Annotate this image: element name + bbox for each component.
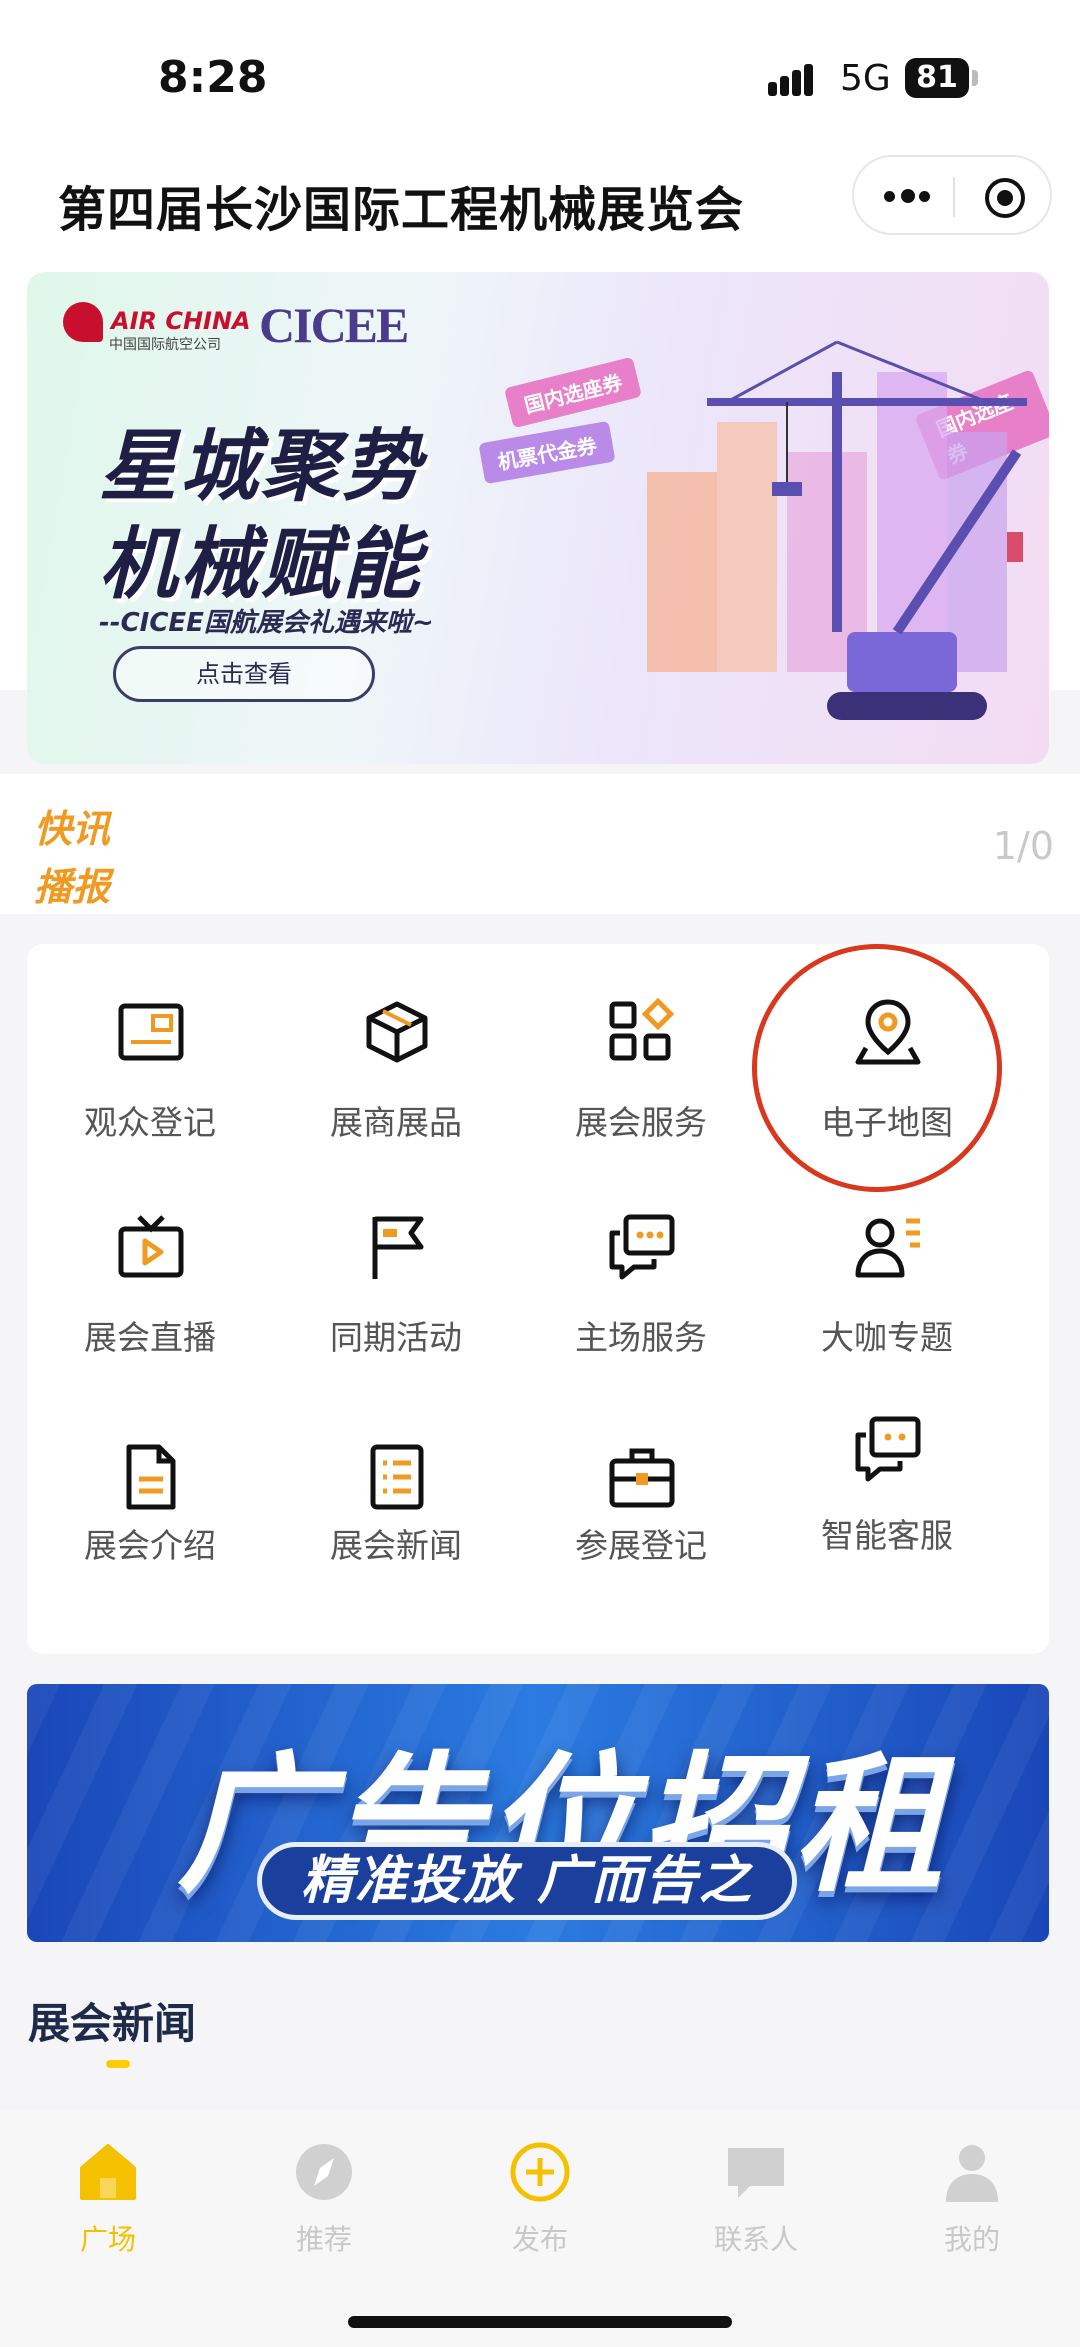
- plus-circle-icon: [510, 2142, 570, 2202]
- more-icon[interactable]: [882, 181, 932, 213]
- tab-plaza[interactable]: 广场: [0, 2140, 216, 2260]
- grid-label: 主场服务: [575, 1318, 707, 1357]
- tab-me[interactable]: 我的: [864, 2140, 1080, 2260]
- grid-label: 展会服务: [575, 1103, 707, 1142]
- tab-label: 广场: [79, 2223, 136, 2256]
- grid-label: 智能客服: [821, 1516, 953, 1555]
- news-list-icon: [370, 1444, 424, 1510]
- ticker-label-line2: 播报: [34, 865, 111, 909]
- grid-item-expo-services[interactable]: 展会服务: [518, 944, 764, 1144]
- grid-item-expo-news[interactable]: 展会新闻: [273, 1389, 519, 1589]
- status-bar: 8:28 5G 81: [0, 0, 1080, 150]
- ticker-page-indicator: 1/0: [992, 824, 1054, 868]
- air-china-cn-logo: 中国国际航空公司: [109, 337, 221, 353]
- promo-banner[interactable]: AIR CHINA 中国国际航空公司 CICEE 星城聚势 机械赋能 --CIC…: [27, 272, 1049, 764]
- box-icon: [366, 1001, 428, 1063]
- signal-icon: [768, 62, 814, 96]
- person-icon: [946, 2145, 998, 2202]
- miniprogram-capsule: [852, 155, 1052, 235]
- page-title: 第四届长沙国际工程机械展览会: [58, 182, 745, 238]
- grid-label: 展会新闻: [330, 1526, 462, 1565]
- banner-subline: --CICEE国航展会礼遇来啦~: [99, 608, 434, 638]
- nav-bar: 第四届长沙国际工程机械展览会: [0, 150, 1080, 270]
- tab-contacts[interactable]: 联系人: [648, 2140, 864, 2260]
- tab-label: 联系人: [713, 2223, 798, 2256]
- grid-label: 展会直播: [84, 1318, 216, 1357]
- network-type: 5G: [840, 58, 891, 99]
- grid-label: 同期活动: [330, 1318, 462, 1357]
- service-chat-icon: [855, 1416, 921, 1482]
- battery-tip: [972, 70, 978, 86]
- home-indicator[interactable]: [348, 2316, 732, 2328]
- user-list-icon: [855, 1218, 920, 1278]
- grid-label: 大咖专题: [821, 1318, 953, 1357]
- grid-label: 展商展品: [330, 1103, 462, 1142]
- banner-view-button[interactable]: 点击查看: [113, 646, 375, 702]
- ad-banner[interactable]: 广告位招租 精准投放 广而告之: [27, 1684, 1049, 1942]
- grid-item-ai-support[interactable]: 智能客服: [764, 1389, 1010, 1589]
- air-china-mark-icon: [63, 302, 103, 342]
- grid-item-expo-intro[interactable]: 展会介绍: [27, 1389, 273, 1589]
- grid-label: 展会介绍: [84, 1526, 216, 1565]
- status-time: 8:28: [158, 52, 268, 103]
- bottom-tab-bar: 广场 推荐 发布 联系人 我的: [0, 2110, 1080, 2347]
- tab-recommend[interactable]: 推荐: [216, 2140, 432, 2260]
- banner-headline-1: 星城聚势: [99, 422, 424, 512]
- construction-illustration: [647, 340, 1027, 720]
- document-icon: [126, 1444, 176, 1510]
- grid-item-live-stream[interactable]: 展会直播: [27, 1159, 273, 1359]
- grid-label: 参展登记: [575, 1526, 707, 1565]
- chat-bubbles-icon: [609, 1214, 675, 1280]
- tv-play-icon: [118, 1215, 184, 1278]
- capsule-divider: [953, 177, 955, 217]
- grid-item-exhibitor-registration[interactable]: 参展登记: [518, 1389, 764, 1589]
- news-ticker[interactable]: 快讯 播报 1/0: [0, 774, 1080, 914]
- cicee-logo: CICEE: [259, 297, 409, 353]
- highlight-circle: [752, 944, 1002, 1192]
- battery-icon: 81: [905, 58, 969, 98]
- flag-icon: [372, 1216, 424, 1279]
- section-tab-indicator: [106, 2060, 130, 2068]
- briefcase-icon: [609, 1448, 675, 1508]
- tab-label: 我的: [943, 2223, 1000, 2256]
- section-title[interactable]: 展会新闻: [28, 1990, 196, 2051]
- grid-item-visitor-registration[interactable]: 观众登记: [27, 944, 273, 1144]
- grid-item-events[interactable]: 同期活动: [273, 1159, 519, 1359]
- close-target-icon[interactable]: [985, 178, 1025, 218]
- message-icon: [728, 2148, 784, 2198]
- banner-headline-2: 机械赋能: [99, 520, 424, 610]
- grid-item-exhibitor-products[interactable]: 展商展品: [273, 944, 519, 1144]
- apps-icon: [609, 997, 675, 1061]
- compass-icon: [296, 2144, 352, 2200]
- tab-label: 发布: [511, 2223, 568, 2256]
- tab-publish[interactable]: 发布: [432, 2140, 648, 2260]
- tab-label: 推荐: [295, 2223, 352, 2256]
- ticker-label-line1: 快讯: [34, 807, 111, 851]
- grid-label: 观众登记: [84, 1103, 216, 1142]
- grid-item-host-services[interactable]: 主场服务: [518, 1159, 764, 1359]
- ad-subline: 精准投放 广而告之: [257, 1842, 797, 1920]
- home-icon: [80, 2144, 136, 2200]
- id-card-icon: [118, 1003, 184, 1061]
